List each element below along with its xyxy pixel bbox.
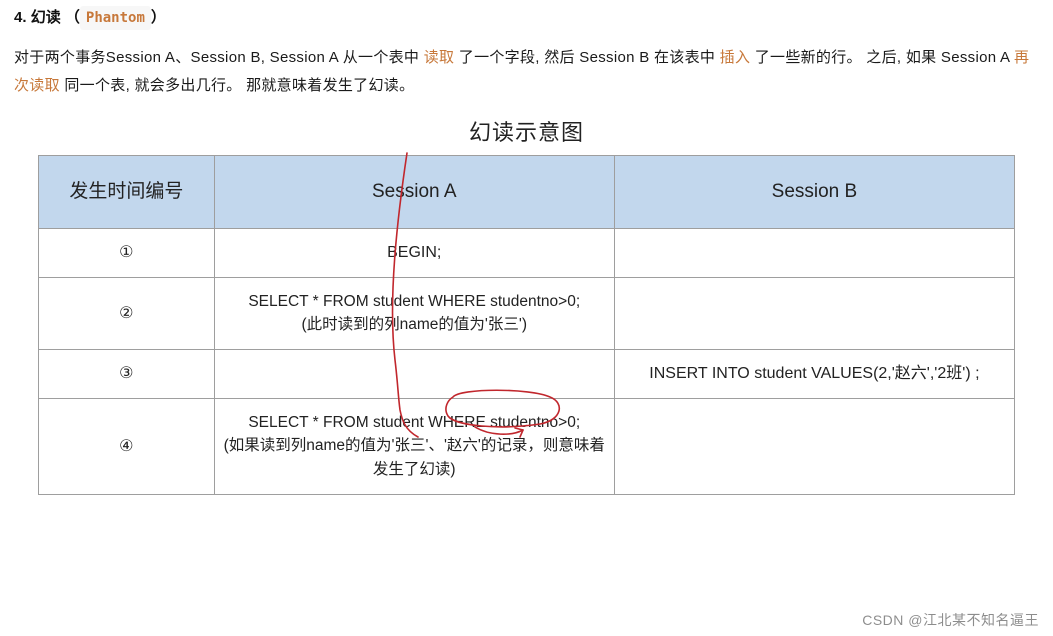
intro-paragraph: 对于两个事务Session A、Session B, Session A 从一个…: [14, 44, 1039, 100]
cell-session-b: INSERT INTO student VALUES(2,'赵六','2班') …: [614, 350, 1014, 399]
heading-code: Phantom: [80, 6, 151, 30]
para-text: 了一些新的行。 之后, 如果 Session A: [750, 49, 1014, 66]
heading-title: 幻读: [31, 9, 61, 26]
table-row: ② SELECT * FROM student WHERE studentno>…: [39, 278, 1015, 350]
document-page: 4. 幻读 （Phantom） 对于两个事务Session A、Session …: [0, 0, 1053, 636]
cell-step-num: ④: [39, 399, 215, 495]
table-row: ③ INSERT INTO student VALUES(2,'赵六','2班'…: [39, 350, 1015, 399]
cell-session-b: [614, 399, 1014, 495]
section-heading: 4. 幻读 （Phantom）: [14, 6, 1039, 30]
cell-session-a: [214, 350, 614, 399]
th-session-b: Session B: [614, 156, 1014, 229]
cell-session-b: [614, 278, 1014, 350]
phantom-table: 发生时间编号 Session A Session B ① BEGIN; ② SE…: [38, 155, 1015, 495]
cell-session-b: [614, 229, 1014, 278]
heading-number: 4.: [14, 9, 27, 26]
cell-step-num: ③: [39, 350, 215, 399]
cell-note: (此时读到的列name的值为'张三'): [223, 313, 606, 337]
sql-statement: SELECT * FROM student WHERE studentno>0;: [223, 411, 606, 434]
cell-session-a: SELECT * FROM student WHERE studentno>0;…: [214, 399, 614, 495]
para-text: 对于两个事务Session A、Session B, Session A 从一个…: [14, 49, 424, 66]
cell-step-num: ②: [39, 278, 215, 350]
watermark: CSDN @江北某不知名逼王: [862, 610, 1039, 630]
keyword-insert: 插入: [720, 49, 751, 66]
sql-statement: SELECT * FROM student WHERE studentno>0;: [223, 290, 606, 313]
heading-paren-close: ）: [151, 9, 166, 26]
cell-step-num: ①: [39, 229, 215, 278]
para-text: 了一个字段, 然后 Session B 在该表中: [454, 49, 719, 66]
keyword-read: 读取: [424, 49, 455, 66]
cell-session-a: SELECT * FROM student WHERE studentno>0;…: [214, 278, 614, 350]
table-row: ① BEGIN;: [39, 229, 1015, 278]
para-text: 同一个表, 就会多出几行。 那就意味着发生了幻读。: [60, 77, 414, 94]
phantom-table-wrap: 发生时间编号 Session A Session B ① BEGIN; ② SE…: [38, 155, 1015, 495]
table-row: ④ SELECT * FROM student WHERE studentno>…: [39, 399, 1015, 495]
cell-session-a: BEGIN;: [214, 229, 614, 278]
th-time-no: 发生时间编号: [39, 156, 215, 229]
heading-paren-open: （: [65, 9, 80, 26]
cell-note: (如果读到列name的值为'张三'、'赵六'的记录，则意味着发生了幻读): [223, 434, 606, 482]
diagram-title: 幻读示意图: [14, 115, 1039, 147]
th-session-a: Session A: [214, 156, 614, 229]
table-header-row: 发生时间编号 Session A Session B: [39, 156, 1015, 229]
